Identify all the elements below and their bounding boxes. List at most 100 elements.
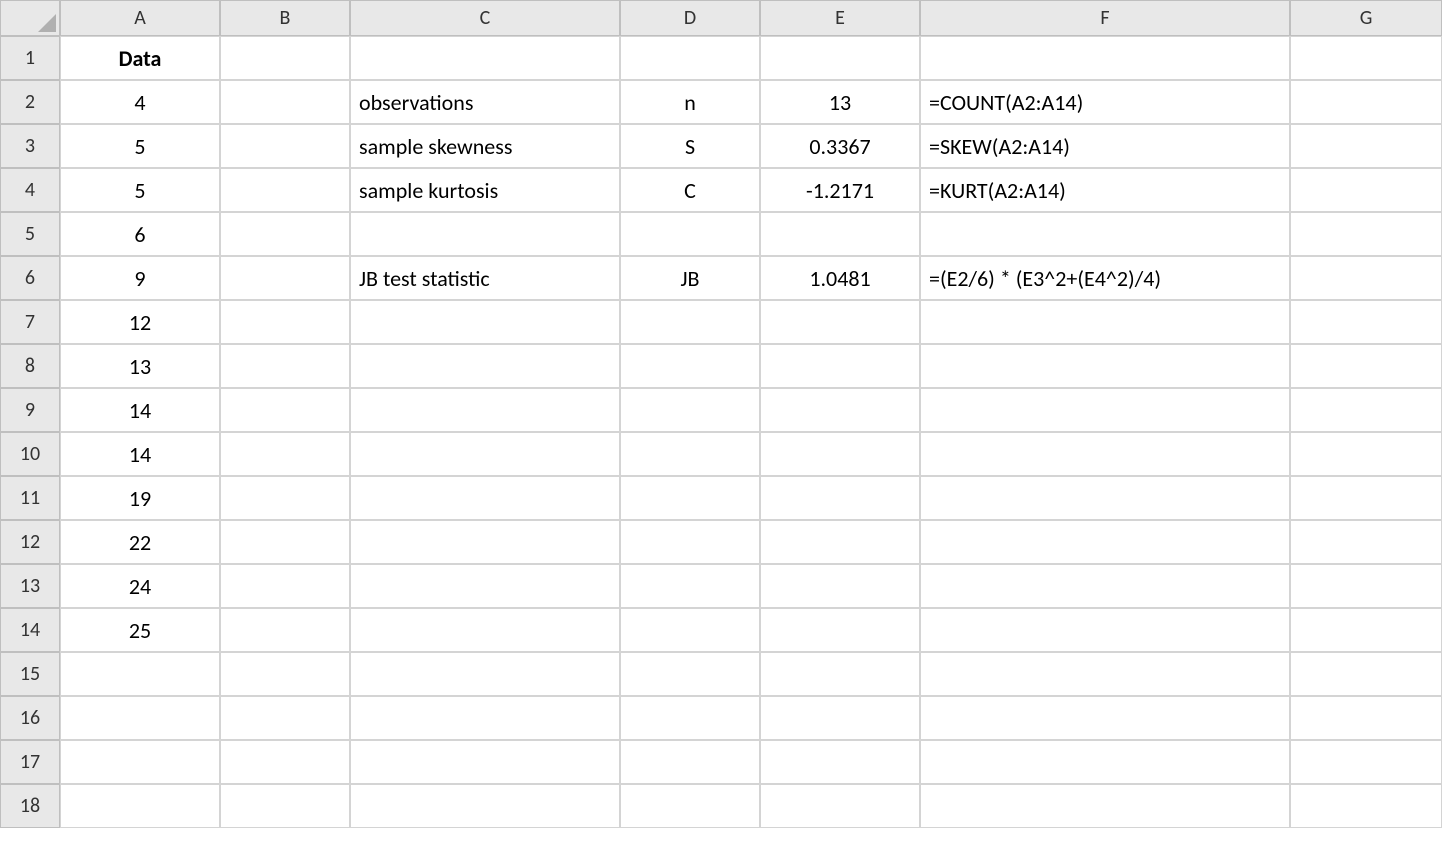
cell-A4[interactable]: 5: [60, 168, 220, 212]
cell-D1[interactable]: [620, 36, 760, 80]
cell-G18[interactable]: [1290, 784, 1442, 828]
cell-D11[interactable]: [620, 476, 760, 520]
cell-E12[interactable]: [760, 520, 920, 564]
cell-C16[interactable]: [350, 696, 620, 740]
row-header-3[interactable]: 3: [0, 124, 60, 168]
row-header-6[interactable]: 6: [0, 256, 60, 300]
cell-E8[interactable]: [760, 344, 920, 388]
cell-A1[interactable]: Data: [60, 36, 220, 80]
cell-D5[interactable]: [620, 212, 760, 256]
cell-A10[interactable]: 14: [60, 432, 220, 476]
cell-E15[interactable]: [760, 652, 920, 696]
cell-D3[interactable]: S: [620, 124, 760, 168]
cell-A7[interactable]: 12: [60, 300, 220, 344]
column-header-B[interactable]: B: [220, 0, 350, 36]
cell-E14[interactable]: [760, 608, 920, 652]
cell-F6[interactable]: =(E2/6) * (E3^2+(E4^2)/4): [920, 256, 1290, 300]
cell-C4[interactable]: sample kurtosis: [350, 168, 620, 212]
cell-D9[interactable]: [620, 388, 760, 432]
cell-A8[interactable]: 13: [60, 344, 220, 388]
column-header-C[interactable]: C: [350, 0, 620, 36]
cell-F17[interactable]: [920, 740, 1290, 784]
cell-A13[interactable]: 24: [60, 564, 220, 608]
cell-C8[interactable]: [350, 344, 620, 388]
cell-C1[interactable]: [350, 36, 620, 80]
cell-A15[interactable]: [60, 652, 220, 696]
cell-F8[interactable]: [920, 344, 1290, 388]
cell-G7[interactable]: [1290, 300, 1442, 344]
cell-A17[interactable]: [60, 740, 220, 784]
row-header-9[interactable]: 9: [0, 388, 60, 432]
cell-E6[interactable]: 1.0481: [760, 256, 920, 300]
cell-F4[interactable]: =KURT(A2:A14): [920, 168, 1290, 212]
cell-D8[interactable]: [620, 344, 760, 388]
cell-C18[interactable]: [350, 784, 620, 828]
cell-F13[interactable]: [920, 564, 1290, 608]
cell-D10[interactable]: [620, 432, 760, 476]
column-header-A[interactable]: A: [60, 0, 220, 36]
cell-D17[interactable]: [620, 740, 760, 784]
row-header-14[interactable]: 14: [0, 608, 60, 652]
column-header-E[interactable]: E: [760, 0, 920, 36]
row-header-12[interactable]: 12: [0, 520, 60, 564]
cell-G2[interactable]: [1290, 80, 1442, 124]
cell-C9[interactable]: [350, 388, 620, 432]
cell-B16[interactable]: [220, 696, 350, 740]
cell-F2[interactable]: =COUNT(A2:A14): [920, 80, 1290, 124]
cell-C3[interactable]: sample skewness: [350, 124, 620, 168]
cell-G12[interactable]: [1290, 520, 1442, 564]
cell-B8[interactable]: [220, 344, 350, 388]
cell-F10[interactable]: [920, 432, 1290, 476]
row-header-18[interactable]: 18: [0, 784, 60, 828]
cell-C10[interactable]: [350, 432, 620, 476]
cell-A2[interactable]: 4: [60, 80, 220, 124]
cell-G13[interactable]: [1290, 564, 1442, 608]
cell-C15[interactable]: [350, 652, 620, 696]
cell-E16[interactable]: [760, 696, 920, 740]
cell-F5[interactable]: [920, 212, 1290, 256]
cell-D16[interactable]: [620, 696, 760, 740]
cell-G6[interactable]: [1290, 256, 1442, 300]
row-header-5[interactable]: 5: [0, 212, 60, 256]
cell-E5[interactable]: [760, 212, 920, 256]
cell-G8[interactable]: [1290, 344, 1442, 388]
row-header-8[interactable]: 8: [0, 344, 60, 388]
cell-E17[interactable]: [760, 740, 920, 784]
select-all-corner[interactable]: [0, 0, 60, 36]
cell-F11[interactable]: [920, 476, 1290, 520]
cell-E18[interactable]: [760, 784, 920, 828]
cell-D18[interactable]: [620, 784, 760, 828]
row-header-11[interactable]: 11: [0, 476, 60, 520]
cell-G14[interactable]: [1290, 608, 1442, 652]
cell-C12[interactable]: [350, 520, 620, 564]
cell-B7[interactable]: [220, 300, 350, 344]
cell-C14[interactable]: [350, 608, 620, 652]
row-header-1[interactable]: 1: [0, 36, 60, 80]
cell-A18[interactable]: [60, 784, 220, 828]
cell-G10[interactable]: [1290, 432, 1442, 476]
cell-G5[interactable]: [1290, 212, 1442, 256]
cell-G15[interactable]: [1290, 652, 1442, 696]
cell-A3[interactable]: 5: [60, 124, 220, 168]
cell-D12[interactable]: [620, 520, 760, 564]
cell-E11[interactable]: [760, 476, 920, 520]
column-header-F[interactable]: F: [920, 0, 1290, 36]
cell-C6[interactable]: JB test statistic: [350, 256, 620, 300]
cell-E1[interactable]: [760, 36, 920, 80]
cell-G4[interactable]: [1290, 168, 1442, 212]
column-header-G[interactable]: G: [1290, 0, 1442, 36]
cell-B2[interactable]: [220, 80, 350, 124]
cell-D13[interactable]: [620, 564, 760, 608]
cell-A9[interactable]: 14: [60, 388, 220, 432]
cell-G11[interactable]: [1290, 476, 1442, 520]
cell-F3[interactable]: =SKEW(A2:A14): [920, 124, 1290, 168]
row-header-15[interactable]: 15: [0, 652, 60, 696]
cell-F1[interactable]: [920, 36, 1290, 80]
cell-B3[interactable]: [220, 124, 350, 168]
cell-A6[interactable]: 9: [60, 256, 220, 300]
cell-G16[interactable]: [1290, 696, 1442, 740]
cell-C13[interactable]: [350, 564, 620, 608]
cell-F16[interactable]: [920, 696, 1290, 740]
cell-A5[interactable]: 6: [60, 212, 220, 256]
cell-D2[interactable]: n: [620, 80, 760, 124]
